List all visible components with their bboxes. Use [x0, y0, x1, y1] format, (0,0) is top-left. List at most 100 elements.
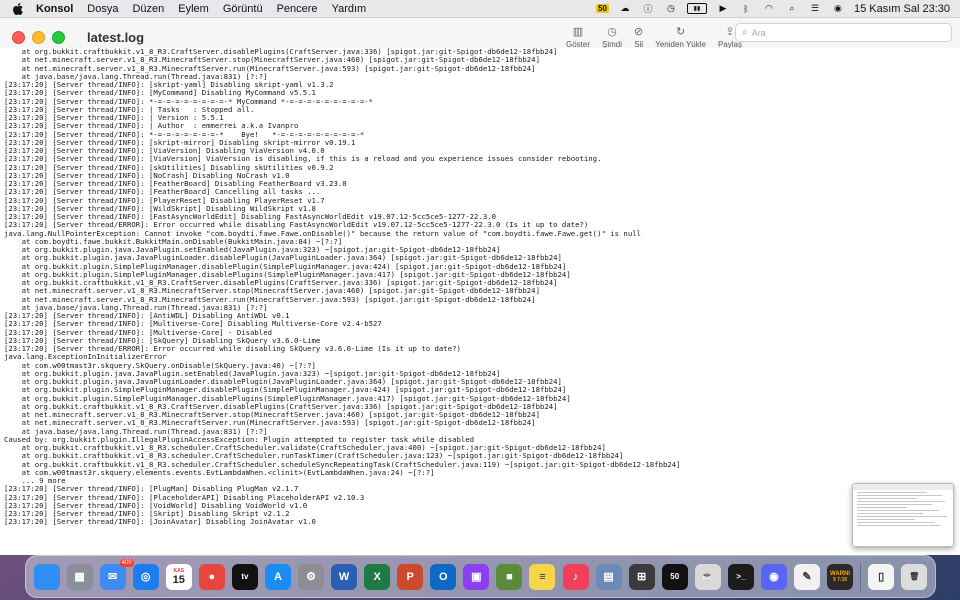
reload-icon: ↻: [676, 25, 686, 38]
log-line: at net.minecraft.server.v1_8_R3.Minecraf…: [4, 419, 536, 428]
preview-icon[interactable]: ▤: [595, 563, 622, 590]
search-placeholder: Ara: [751, 27, 766, 38]
menu-edit[interactable]: Düzen: [132, 3, 164, 15]
log-line: Caused by: org.bukkit.plugin.IllegalPlug…: [4, 435, 475, 444]
document-icon[interactable]: ▯: [868, 563, 895, 590]
log-line: [23:17:20] [Server thread/INFO]: *-=-=-=…: [4, 97, 374, 106]
siri-icon[interactable]: ◉: [831, 3, 845, 14]
search-field[interactable]: ⌕ Ara: [735, 23, 952, 42]
share-icon: ⇪: [725, 25, 735, 38]
log-line: [23:17:20] [Server thread/INFO]: [WildSk…: [4, 204, 316, 213]
zoom-window-button[interactable]: [52, 30, 65, 44]
bluetooth-icon[interactable]: ᛒ: [739, 4, 753, 14]
menu-action[interactable]: Eylem: [178, 3, 209, 15]
mail-icon[interactable]: ✉ 400: [99, 558, 134, 590]
menu-help[interactable]: Yardım: [332, 3, 367, 15]
log-line: [23:17:20] [Server thread/INFO]: [MyComm…: [4, 89, 316, 98]
excel-icon[interactable]: X: [364, 563, 391, 590]
menu-bar-clock[interactable]: 15 Kasım Sal 23:30: [854, 3, 950, 15]
app-store-icon[interactable]: A: [264, 563, 291, 590]
close-window-button[interactable]: [12, 30, 25, 44]
info-icon[interactable]: ⓘ: [641, 4, 655, 14]
log-line: at org.bukkit.craftbukkit.v1_8_R3.CraftS…: [4, 402, 558, 411]
log-line: at org.bukkit.plugin.SimplePluginManager…: [4, 262, 567, 271]
outlook-icon[interactable]: O: [430, 563, 457, 590]
log-line: [23:17:20] [Server thread/INFO]: [Feathe…: [4, 188, 321, 197]
log-line: [23:17:20] [Server thread/INFO]: [SkQuer…: [4, 336, 321, 345]
console-label: 9 7:36: [832, 576, 848, 583]
fifty-app-icon[interactable]: 50: [661, 563, 688, 590]
apple-icon[interactable]: [12, 2, 24, 15]
log-line: at net.minecraft.server.v1_8_R3.Minecraf…: [4, 64, 536, 73]
control-center-icon[interactable]: ☰: [808, 3, 822, 14]
log-line: java.lang.ExceptionInInitializerError: [4, 353, 167, 362]
log-line: at java.base/java.lang.Thread.run(Thread…: [4, 72, 268, 81]
log-line: at net.minecraft.server.v1_8_R3.Minecraf…: [4, 287, 540, 296]
safari-icon[interactable]: ◎: [132, 563, 159, 590]
screenshot-thumbnail[interactable]: [852, 483, 954, 547]
apple-tv-icon[interactable]: tv: [231, 563, 258, 590]
finder-icon[interactable]: [33, 563, 60, 590]
log-line: [23:17:20] [Server thread/INFO]: [VoidWo…: [4, 501, 308, 510]
menu-file[interactable]: Dosya: [87, 3, 118, 15]
log-line: at org.bukkit.plugin.SimplePluginManager…: [4, 386, 567, 395]
clock-icon: ◷: [607, 25, 617, 38]
notification-badge: 400: [119, 558, 134, 567]
word-icon[interactable]: W: [331, 563, 358, 590]
chrome-icon[interactable]: ●: [198, 563, 225, 590]
menu-window[interactable]: Pencere: [277, 3, 318, 15]
battery-icon[interactable]: ▮▮: [686, 3, 707, 14]
notes-icon[interactable]: ≡: [529, 563, 556, 590]
log-line: [23:17:20] [Server thread/INFO]: [skUtil…: [4, 163, 334, 172]
terminal-icon[interactable]: >_: [727, 563, 754, 590]
calendar-icon[interactable]: KAS 15: [165, 563, 192, 590]
log-line: at com.boydti.fawe.bukkit.BukkitMain.onD…: [4, 237, 343, 246]
log-line: at java.base/java.lang.Thread.run(Thread…: [4, 427, 268, 436]
dock-separator: [860, 562, 862, 591]
system-preferences-icon[interactable]: ⚙: [298, 563, 325, 590]
log-line: [23:17:20] [Server thread/INFO]: [Placeh…: [4, 493, 365, 502]
time-machine-icon[interactable]: ◷: [664, 3, 678, 14]
minecraft-icon[interactable]: ■: [496, 563, 523, 590]
spotlight-search-icon[interactable]: ⌕: [785, 3, 799, 14]
launchpad-icon[interactable]: ▦: [66, 563, 93, 590]
discord-icon[interactable]: ◉: [760, 563, 787, 590]
menu-view[interactable]: Görüntü: [223, 3, 263, 15]
log-line: [23:17:20] [Server thread/INFO]: [skript…: [4, 81, 334, 89]
wifi-icon[interactable]: ◠: [762, 3, 776, 14]
log-line: [23:17:20] [Server thread/INFO]: *-=-=-=…: [4, 130, 365, 139]
textedit-icon[interactable]: ✎: [793, 563, 820, 590]
log-line: at org.bukkit.plugin.java.JavaPlugin.set…: [4, 369, 501, 378]
log-line: [23:17:20] [Server thread/INFO]: [FastAs…: [4, 213, 497, 221]
log-line: at org.bukkit.plugin.SimplePluginManager…: [4, 270, 571, 279]
creative-cloud-icon[interactable]: ☁: [618, 3, 632, 14]
log-line: java.lang.NullPointerException: Cannot i…: [4, 229, 641, 238]
status-app-badge[interactable]: 50: [596, 4, 609, 13]
log-line: [23:17:20] [Server thread/ERROR]: Error …: [4, 345, 461, 353]
log-line: [23:17:20] [Server thread/INFO]: [Skript…: [4, 510, 290, 518]
log-line: at org.bukkit.plugin.java.JavaPluginLoad…: [4, 254, 562, 263]
log-line: at org.bukkit.craftbukkit.v1_8_R3.CraftS…: [4, 48, 558, 56]
twitch-icon[interactable]: ▣: [463, 563, 490, 590]
log-line: [23:17:20] [Server thread/INFO]: [skript…: [4, 138, 356, 147]
java-icon[interactable]: ☕: [694, 563, 721, 590]
dock: ▦ ✉ 400 ◎ KAS 15 ● tv A ⚙ W X P O ▣ ■ ≡ ♪ ▤ ⊞ 50 ☕ >_ ◉ ✎ WARNI 9 …: [25, 555, 936, 598]
trash-icon[interactable]: 🗑: [901, 563, 928, 590]
log-line: [23:17:20] [Server thread/INFO]: [Multiv…: [4, 320, 382, 329]
log-line: [23:17:20] [Server thread/INFO]: [Multiv…: [4, 328, 272, 337]
log-line: at org.bukkit.craftbukkit.v1_8_R3.CraftS…: [4, 279, 558, 287]
log-line: [23:17:20] [Server thread/INFO]: | Autho…: [4, 122, 299, 131]
minimize-window-button[interactable]: [32, 30, 45, 44]
powerpoint-icon[interactable]: P: [397, 563, 424, 590]
calculator-icon[interactable]: ⊞: [628, 563, 655, 590]
play-icon[interactable]: ▶: [716, 3, 730, 14]
log-line: at com.w00tmast3r.skquery.SkQuery.onDisa…: [4, 361, 316, 370]
log-line: at java.base/java.lang.Thread.run(Thread…: [4, 303, 268, 312]
menu-app-name[interactable]: Konsol: [36, 3, 73, 15]
console-icon[interactable]: WARNI 9 7:36: [827, 563, 854, 590]
log-line: [23:17:20] [Server thread/INFO]: [JoinAv…: [4, 518, 316, 527]
log-line: [23:17:20] [Server thread/INFO]: [Player…: [4, 196, 325, 205]
log-line: at org.bukkit.plugin.SimplePluginManager…: [4, 394, 571, 403]
log-content[interactable]: at org.bukkit.craftbukkit.v1_8_R3.CraftS…: [0, 48, 960, 555]
music-icon[interactable]: ♪: [562, 563, 589, 590]
